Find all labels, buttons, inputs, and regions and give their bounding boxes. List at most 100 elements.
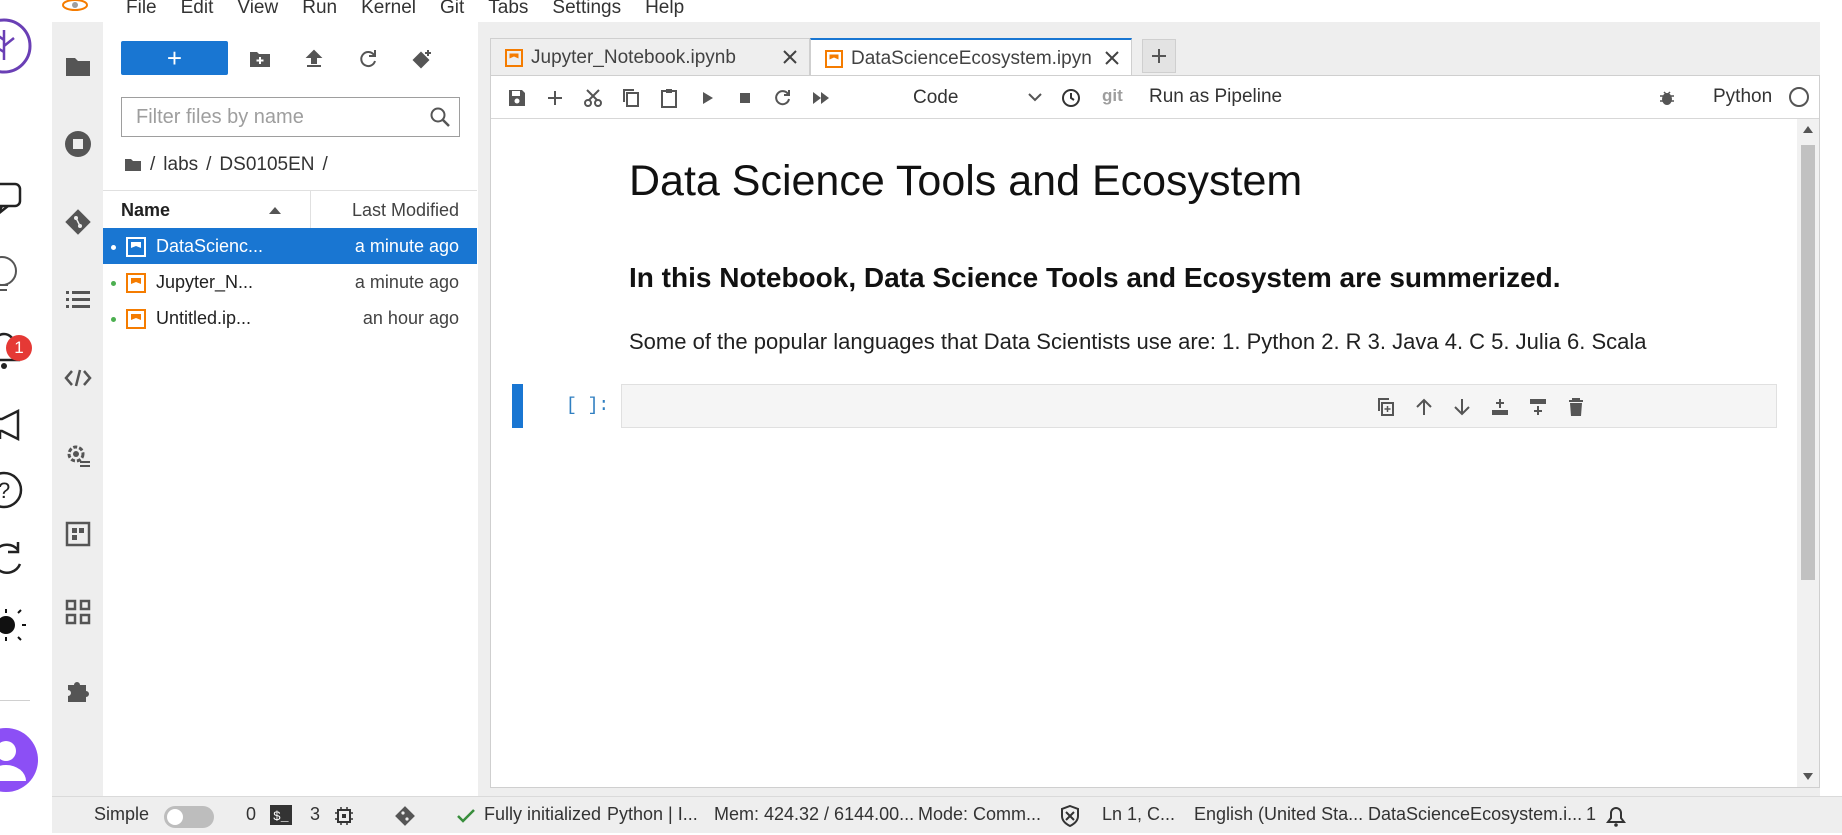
upload-icon[interactable] (301, 46, 327, 72)
move-up-icon[interactable] (1412, 395, 1436, 419)
scroll-up-arrow-icon[interactable] (1803, 125, 1813, 133)
breadcrumb-ds0105en[interactable]: DS0105EN (219, 154, 314, 176)
menu-git[interactable]: Git (428, 0, 476, 22)
file-row[interactable]: Untitled.ip... an hour ago (103, 300, 477, 336)
column-name-header[interactable]: Name (121, 200, 170, 221)
menu-settings[interactable]: Settings (540, 0, 633, 22)
runtimes-gear-icon[interactable] (62, 440, 94, 472)
cpu-chip-icon[interactable] (334, 806, 354, 826)
file-modified: a minute ago (354, 272, 459, 292)
add-tab-button[interactable] (1142, 39, 1176, 73)
notifications-bell-icon[interactable] (1606, 805, 1626, 827)
running-sessions-icon[interactable] (62, 128, 94, 160)
code-snippets-icon[interactable] (62, 362, 94, 394)
svg-text:?: ? (0, 478, 10, 503)
terminals-count[interactable]: 0 (246, 804, 256, 825)
component-catalog-icon[interactable] (62, 518, 94, 550)
avatar-icon[interactable] (0, 725, 38, 795)
code-cell[interactable]: [ ]: (491, 384, 1797, 428)
refresh-icon[interactable] (0, 538, 30, 578)
trusted-shield-icon[interactable] (1060, 805, 1080, 827)
breadcrumb-labs[interactable]: labs (163, 154, 198, 176)
notebook-scrollbar[interactable] (1797, 119, 1819, 787)
lsp-status-check-icon[interactable] (456, 806, 476, 826)
file-row[interactable]: DataScienc... a minute ago (103, 228, 477, 264)
cursor-position[interactable]: Ln 1, C... (1102, 804, 1175, 825)
kernels-count[interactable]: 3 (310, 804, 320, 825)
new-launcher-button[interactable]: + (121, 41, 228, 75)
chat-icon[interactable] (0, 180, 30, 220)
git-icon[interactable] (62, 206, 94, 238)
menu-run[interactable]: Run (290, 0, 349, 22)
filter-files-input[interactable] (122, 98, 426, 136)
scrollbar-thumb[interactable] (1801, 145, 1815, 580)
insert-below-icon[interactable] (1526, 395, 1550, 419)
app-logo-icon[interactable] (0, 16, 32, 76)
menu-kernel[interactable]: Kernel (349, 0, 428, 22)
table-of-contents-icon[interactable] (62, 284, 94, 316)
cell-type-select[interactable]: Code (913, 85, 1043, 111)
file-name: Untitled.ip... (156, 308, 252, 328)
git-diff-button[interactable]: git (1102, 86, 1123, 106)
extensions-blocks-icon[interactable] (62, 596, 94, 628)
column-divider[interactable] (310, 191, 311, 228)
delete-cell-icon[interactable] (1564, 395, 1588, 419)
file-row[interactable]: Jupyter_N... a minute ago (103, 264, 477, 300)
lsp-status-text[interactable]: Fully initialized (484, 804, 601, 825)
new-folder-icon[interactable] (247, 46, 273, 72)
column-last-modified-header[interactable]: Last Modified (352, 200, 459, 221)
puzzle-icon[interactable] (62, 674, 94, 706)
menu-items: File Edit View Run Kernel Git Tabs Setti… (114, 0, 696, 22)
fast-forward-icon[interactable] (809, 86, 833, 110)
insert-above-icon[interactable] (1488, 395, 1512, 419)
simple-mode-toggle[interactable] (164, 806, 214, 828)
git-status-icon[interactable] (394, 805, 416, 827)
active-cell-marker[interactable] (512, 384, 523, 428)
duplicate-cell-icon[interactable] (1374, 395, 1398, 419)
tab-label: Jupyter_Notebook.ipynb (531, 47, 736, 68)
menu-file[interactable]: File (114, 0, 169, 22)
folder-icon[interactable] (62, 50, 94, 82)
code-cell-input[interactable] (621, 384, 1777, 428)
root-folder-icon[interactable] (124, 158, 142, 172)
restart-icon[interactable] (771, 86, 795, 110)
sort-ascending-icon[interactable] (268, 205, 282, 215)
notebook-icon (825, 50, 843, 68)
lightbulb-icon[interactable] (0, 255, 30, 295)
theme-icon[interactable] (0, 605, 30, 645)
kernel-status-text[interactable]: Python | I... (607, 804, 698, 825)
file-browser: + / labs / DS0105EN / Name Last Modified (103, 22, 479, 796)
menu-edit[interactable]: Edit (169, 0, 226, 22)
outer-sidebar: 1 ? (0, 0, 52, 835)
display-language[interactable]: English (United Sta... (1194, 804, 1363, 825)
clock-icon[interactable] (1059, 86, 1083, 110)
stop-icon[interactable] (733, 86, 757, 110)
close-icon[interactable] (781, 48, 799, 66)
tab-jupyter-notebook[interactable]: Jupyter_Notebook.ipynb (490, 38, 810, 75)
notification-count[interactable]: 1 (1586, 804, 1596, 825)
run-icon[interactable] (695, 86, 719, 110)
terminal-icon[interactable]: $_ (270, 805, 292, 825)
move-down-icon[interactable] (1450, 395, 1474, 419)
menu-view[interactable]: View (225, 0, 290, 22)
git-clone-icon[interactable] (409, 46, 435, 72)
insert-cell-icon[interactable] (543, 86, 567, 110)
menu-tabs[interactable]: Tabs (476, 0, 540, 22)
kernel-name-button[interactable]: Python (1713, 86, 1772, 108)
save-icon[interactable] (505, 86, 529, 110)
paste-icon[interactable] (657, 86, 681, 110)
cut-icon[interactable] (581, 86, 605, 110)
copy-icon[interactable] (619, 86, 643, 110)
tab-datascience-ecosystem[interactable]: DataScienceEcosystem.ipyn (810, 38, 1132, 75)
megaphone-icon[interactable] (0, 405, 30, 445)
debugger-bug-icon[interactable] (1655, 86, 1679, 110)
breadcrumb-separator: / (150, 154, 156, 175)
close-icon[interactable] (1103, 49, 1121, 67)
help-icon[interactable]: ? (0, 470, 30, 510)
menu-help[interactable]: Help (633, 0, 696, 22)
file-modified: an hour ago (362, 308, 459, 328)
run-as-pipeline-button[interactable]: Run as Pipeline (1149, 86, 1282, 108)
refresh-files-icon[interactable] (355, 46, 381, 72)
running-dot-icon (111, 317, 116, 322)
scroll-down-arrow-icon[interactable] (1803, 773, 1813, 781)
